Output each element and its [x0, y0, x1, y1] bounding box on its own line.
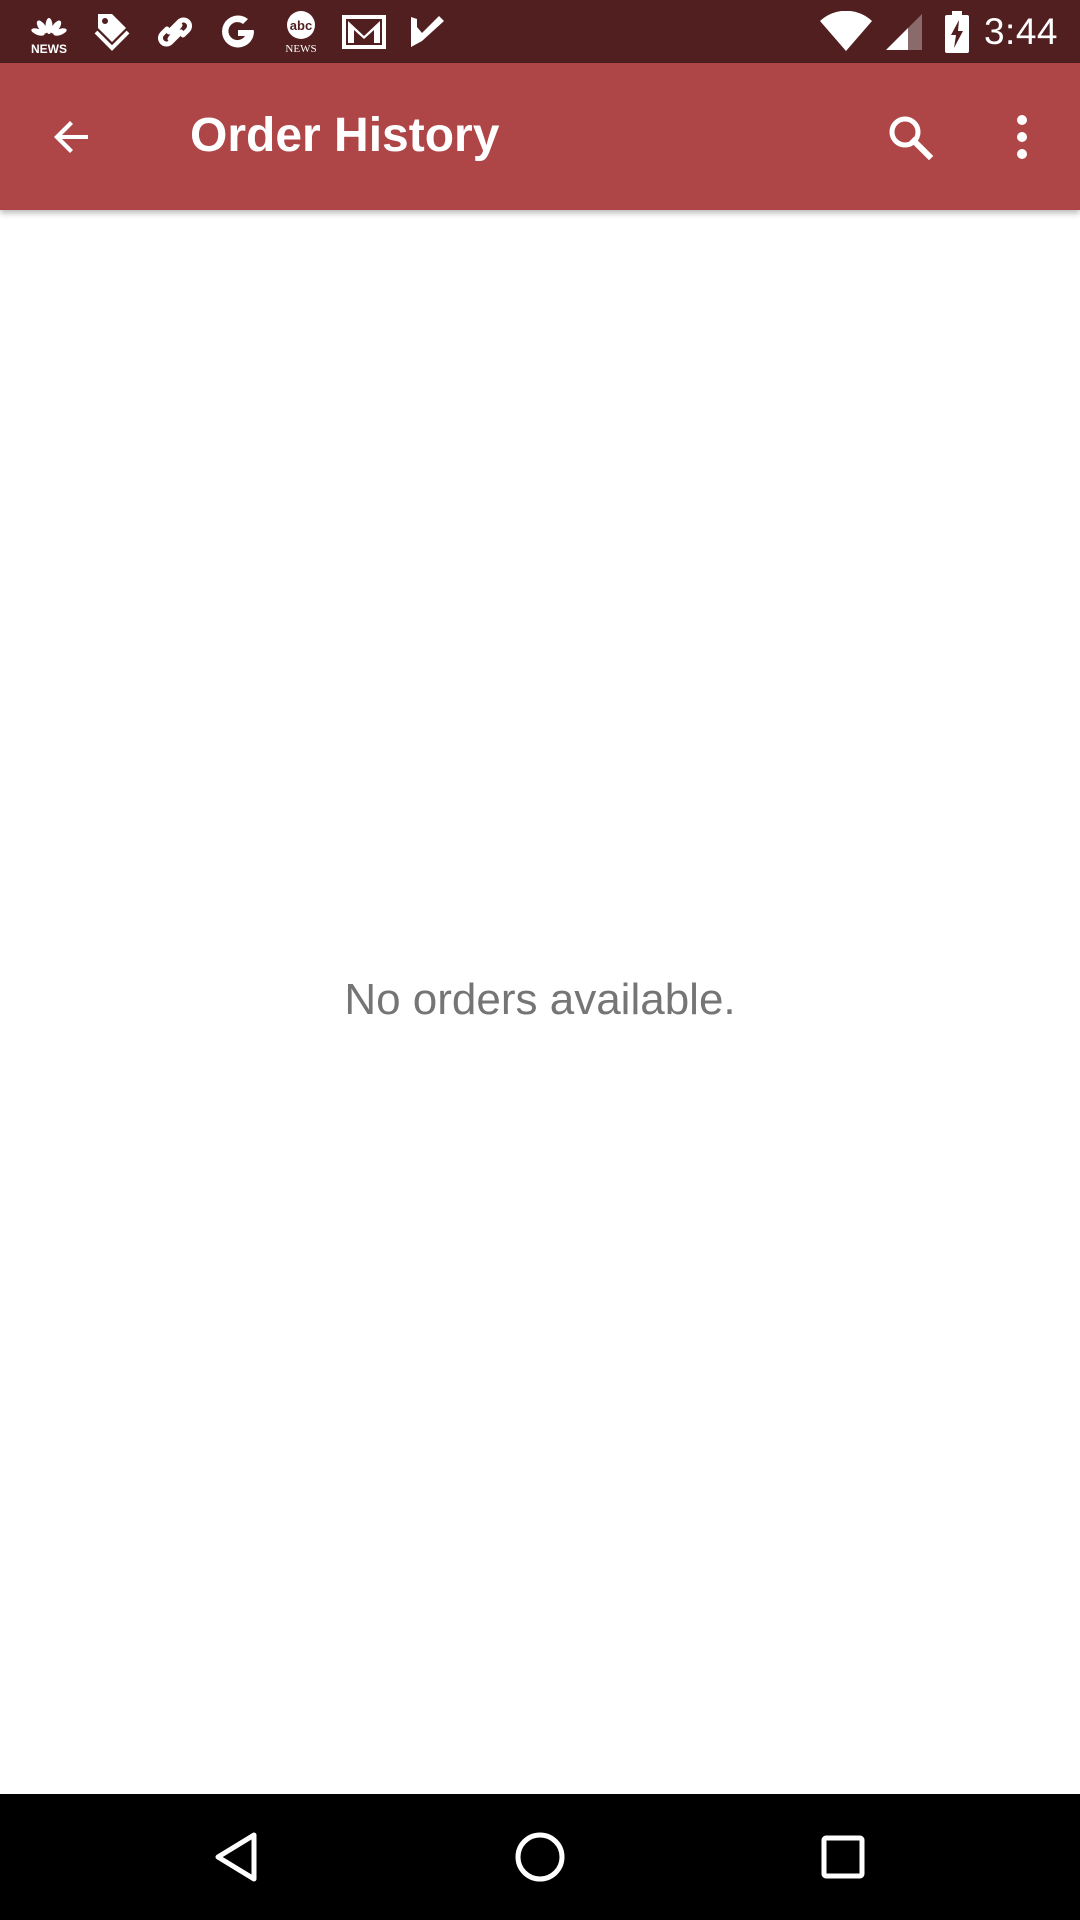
back-triangle-icon — [215, 1832, 257, 1882]
search-button[interactable] — [874, 101, 946, 173]
google-icon — [215, 9, 261, 55]
status-bar: NEWS abc NEWS 3:44 — [0, 0, 1080, 63]
nbc-news-icon: NEWS — [26, 9, 72, 55]
svg-text:NEWS: NEWS — [31, 42, 67, 55]
search-icon — [889, 116, 934, 161]
checkmark-icon — [404, 9, 450, 55]
wifi-icon — [818, 10, 874, 53]
link-icon — [152, 9, 198, 55]
svg-text:abc: abc — [290, 18, 312, 33]
status-time: 3:44 — [983, 10, 1058, 52]
svg-text:NEWS: NEWS — [285, 43, 316, 55]
page-title: Order History — [190, 109, 500, 162]
system-status-icons: 3:44 — [818, 0, 1080, 63]
nav-back-button[interactable] — [197, 1817, 277, 1897]
nav-recents-button[interactable] — [803, 1817, 883, 1897]
navigation-bar — [0, 1794, 1080, 1920]
arrow-left-icon — [54, 121, 88, 153]
home-circle-icon — [515, 1832, 565, 1882]
gmail-icon — [341, 9, 387, 55]
app-bar: Order History — [0, 63, 1080, 210]
abc-news-icon: abc NEWS — [278, 9, 324, 55]
screen: NEWS abc NEWS 3:44 Order History No orde… — [0, 0, 1080, 1920]
recents-square-icon — [821, 1835, 865, 1879]
nav-home-button[interactable] — [500, 1817, 580, 1897]
signal-icon — [884, 12, 924, 52]
more-vert-icon — [1017, 115, 1027, 159]
notification-icons: NEWS abc NEWS — [26, 8, 467, 56]
overflow-menu-button[interactable] — [986, 101, 1058, 173]
empty-state-message: No orders available. — [344, 975, 736, 1024]
battery-charging-icon — [944, 10, 970, 53]
back-button[interactable] — [36, 101, 108, 173]
order-list-area: No orders available. — [0, 210, 1080, 1794]
tag-icon — [89, 9, 135, 55]
